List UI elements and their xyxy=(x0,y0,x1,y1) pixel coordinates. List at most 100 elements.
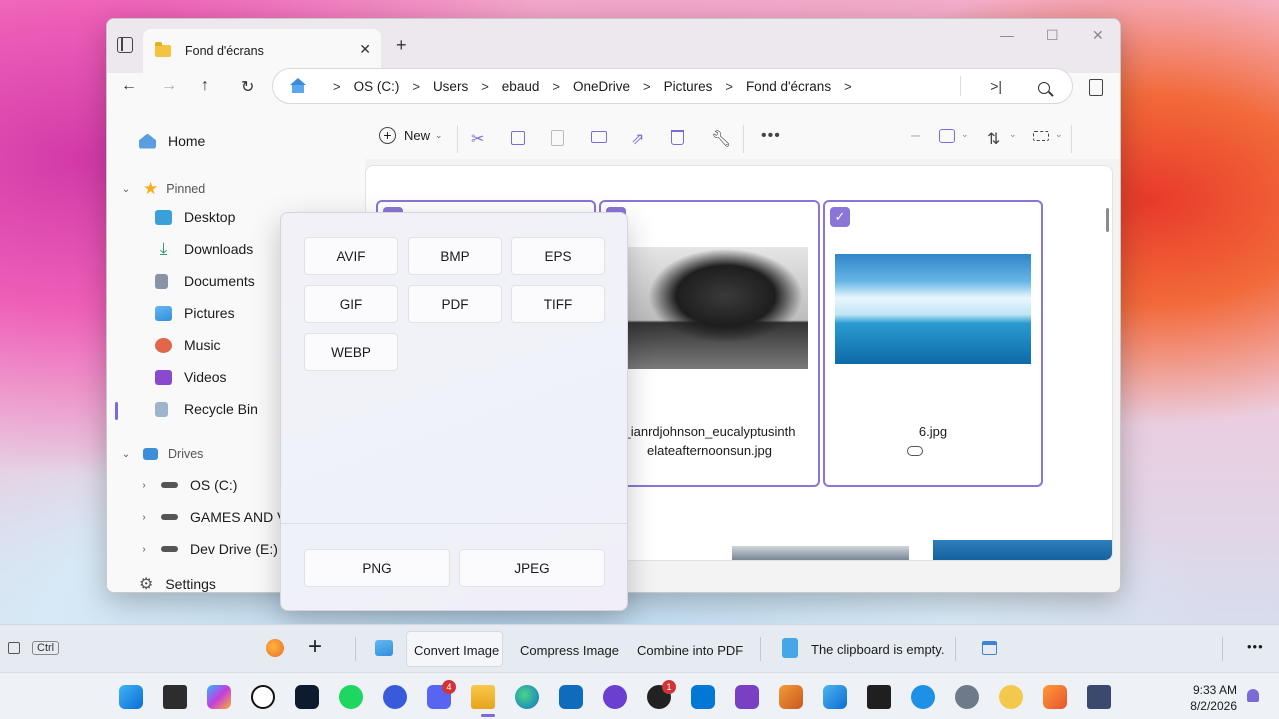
start-icon[interactable] xyxy=(119,685,143,709)
app-icon[interactable] xyxy=(1087,685,1111,709)
sidebar-item-os-c[interactable]: › OS (C:) xyxy=(139,477,237,493)
breadcrumb-fond-d-ecrans[interactable]: Fond d'écrans xyxy=(746,79,831,94)
format-avif-button[interactable]: AVIF xyxy=(304,237,398,275)
task-view-icon[interactable] xyxy=(163,685,187,709)
tab-fond-d-ecrans[interactable]: Fond d'écrans ✕ xyxy=(143,29,381,73)
breadcrumb-users[interactable]: Users xyxy=(433,79,468,94)
file-explorer-icon[interactable] xyxy=(471,685,495,709)
edge-icon[interactable] xyxy=(515,685,539,709)
address-bar[interactable]: > OS (C:) > Users > ebaud > OneDrive > P… xyxy=(272,68,1073,104)
app-icon[interactable] xyxy=(295,685,319,709)
system-clock[interactable]: 9:33 AM 8/2/2026 xyxy=(1190,682,1237,714)
sidebar-item-recycle-bin[interactable]: Recycle Bin xyxy=(155,401,258,417)
chevron-down-icon[interactable]: ⌄ xyxy=(1055,129,1063,140)
rename-icon[interactable] xyxy=(591,131,607,143)
chevron-right-icon[interactable]: > xyxy=(481,79,489,94)
app-icon[interactable] xyxy=(1043,685,1067,709)
chevron-right-icon[interactable]: › xyxy=(139,544,149,555)
compress-image-button[interactable]: Compress Image xyxy=(520,643,619,658)
breadcrumb-onedrive[interactable]: OneDrive xyxy=(573,79,630,94)
up-button[interactable]: ↑ xyxy=(201,77,209,95)
maximize-button[interactable]: ☐ xyxy=(1046,27,1059,44)
more-icon[interactable]: ••• xyxy=(761,127,781,145)
new-button[interactable]: + New ⌄ xyxy=(379,127,443,144)
details-pane-icon[interactable] xyxy=(1089,79,1103,96)
breadcrumb-os-c[interactable]: OS (C:) xyxy=(354,79,400,94)
file-card-6-jpg[interactable]: ✓ 6.jpg xyxy=(823,200,1043,487)
checkbox-checked-icon[interactable]: ✓ xyxy=(830,207,850,227)
app-icon[interactable] xyxy=(999,685,1023,709)
sidebar-section-drives[interactable]: ⌄ Drives xyxy=(121,447,204,461)
paste-icon[interactable] xyxy=(551,130,564,146)
sidebar-item-videos[interactable]: Videos xyxy=(155,369,227,385)
docker-icon[interactable] xyxy=(911,685,935,709)
breadcrumb-ebaud[interactable]: ebaud xyxy=(502,79,540,94)
chevron-right-icon[interactable]: > xyxy=(643,79,651,94)
calendar-icon[interactable] xyxy=(982,641,997,655)
chevron-right-icon[interactable]: > xyxy=(844,79,852,94)
refresh-button[interactable]: ↻ xyxy=(241,77,254,97)
format-png-button[interactable]: PNG xyxy=(304,549,450,587)
sidebar-section-pinned[interactable]: ⌄ ★ Pinned xyxy=(121,179,205,199)
app-icon[interactable] xyxy=(603,685,627,709)
format-bmp-button[interactable]: BMP xyxy=(408,237,502,275)
spotify-icon[interactable] xyxy=(339,685,363,709)
scrollbar-thumb[interactable] xyxy=(1106,208,1109,232)
chevron-right-icon[interactable]: > xyxy=(552,79,560,94)
forward-button[interactable]: → xyxy=(161,77,177,95)
chevron-right-icon[interactable]: > xyxy=(725,79,733,94)
share-icon[interactable]: ⇗ xyxy=(631,129,644,149)
sidebar-item-dev-drive[interactable]: › Dev Drive (E:) xyxy=(139,541,278,557)
chevron-down-icon[interactable]: ⌄ xyxy=(121,449,131,460)
vscode-icon[interactable] xyxy=(691,685,715,709)
convert-image-label[interactable]: Convert Image xyxy=(414,643,499,658)
chatgpt-icon[interactable] xyxy=(251,685,275,709)
new-tab-button[interactable]: + xyxy=(396,35,407,56)
copilot-icon[interactable] xyxy=(207,685,231,709)
visual-studio-icon[interactable] xyxy=(735,685,759,709)
chevron-right-icon[interactable]: > xyxy=(333,79,341,94)
copilot-paste-icon[interactable] xyxy=(266,639,284,657)
more-options-icon[interactable]: ••• xyxy=(1247,639,1264,654)
notification-bell-icon[interactable] xyxy=(1247,689,1259,702)
sidebar-item-documents[interactable]: Documents xyxy=(155,273,255,289)
plus-icon[interactable]: + xyxy=(308,633,322,661)
properties-icon[interactable]: 🔧︎ xyxy=(711,129,731,149)
expand-path-icon[interactable]: >| xyxy=(990,78,1002,94)
chevron-right-icon[interactable]: › xyxy=(139,512,149,523)
signal-icon[interactable] xyxy=(383,685,407,709)
sort-icon[interactable]: ⇅ xyxy=(987,129,1000,149)
format-gif-button[interactable]: GIF xyxy=(304,285,398,323)
format-webp-button[interactable]: WEBP xyxy=(304,333,398,371)
sidebar-item-music[interactable]: Music xyxy=(155,337,221,353)
sidebar-item-settings[interactable]: ⚙ Settings xyxy=(139,574,216,592)
close-window-button[interactable]: ✕ xyxy=(1092,27,1104,44)
terminal-icon[interactable] xyxy=(867,685,891,709)
file-card-eucalyptus[interactable]: ✓ _ianrdjohnson_eucalyptusinth elateafte… xyxy=(599,200,820,487)
outlook-icon[interactable] xyxy=(559,685,583,709)
format-eps-button[interactable]: EPS xyxy=(511,237,605,275)
chevron-down-icon[interactable]: ⌄ xyxy=(1009,129,1017,140)
format-pdf-button[interactable]: PDF xyxy=(408,285,502,323)
delete-icon[interactable] xyxy=(671,130,684,145)
chevron-right-icon[interactable]: > xyxy=(412,79,420,94)
search-button[interactable] xyxy=(1037,81,1053,97)
settings-icon[interactable] xyxy=(955,685,979,709)
image-tools-icon[interactable] xyxy=(939,129,955,143)
home-icon[interactable] xyxy=(289,78,307,94)
app-icon[interactable] xyxy=(779,685,803,709)
view-icon[interactable] xyxy=(1033,131,1049,141)
copy-icon[interactable] xyxy=(511,131,525,145)
app-icon[interactable] xyxy=(823,685,847,709)
minimize-button[interactable]: — xyxy=(1000,27,1014,43)
format-tiff-button[interactable]: TIFF xyxy=(511,285,605,323)
cut-icon[interactable]: ✂ xyxy=(471,129,484,149)
tab-close-icon[interactable]: ✕ xyxy=(359,41,371,58)
chevron-down-icon[interactable]: ⌄ xyxy=(121,184,131,195)
sidebar-item-pictures[interactable]: Pictures xyxy=(155,305,235,321)
breadcrumb-pictures[interactable]: Pictures xyxy=(664,79,713,94)
back-button[interactable]: ← xyxy=(121,77,137,95)
sidebar-toggle-icon[interactable] xyxy=(117,37,133,53)
format-jpeg-button[interactable]: JPEG xyxy=(459,549,605,587)
sidebar-item-games-and-vs[interactable]: › GAMES AND VS xyxy=(139,509,295,525)
